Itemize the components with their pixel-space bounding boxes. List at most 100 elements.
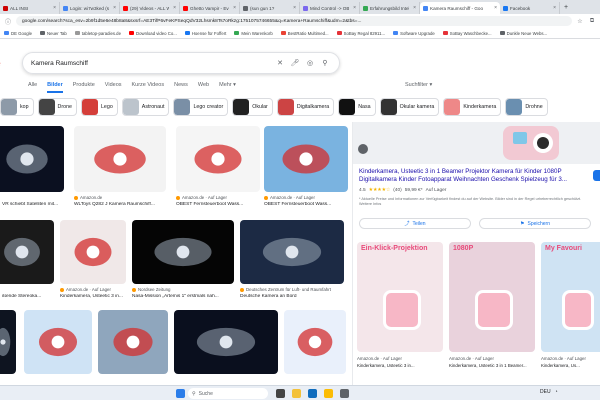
product-camera-art	[382, 290, 422, 330]
browser-tab[interactable]: Facebook ×	[500, 2, 560, 14]
chip-label: Okular kamera	[399, 104, 435, 110]
result-thumbnail[interactable]	[74, 126, 166, 192]
search-tools-button[interactable]: Suchfilter ▾	[405, 82, 432, 88]
result-source: Nordsee Zeitung	[132, 287, 234, 292]
product-banner-text: Ein-Klick-Projektion	[361, 245, 428, 252]
product-title[interactable]: Kinderkamera, Us...	[541, 363, 600, 368]
result-title[interactable]: VR schiebt Satelliten mit...	[2, 202, 64, 207]
browser-tab[interactable]: Kamera Raumschiff - Goo ×	[420, 2, 500, 14]
product-banner-text: 1080P	[453, 245, 474, 252]
favicon-icon	[363, 5, 368, 11]
bookmark-favicon-icon	[442, 31, 448, 35]
new-tab-button[interactable]: +	[560, 2, 572, 14]
windows-start-icon[interactable]	[176, 389, 185, 398]
bookmark-label: Software Upgrade	[400, 30, 435, 36]
result-source: Amazon.de · Auf Lager	[176, 195, 260, 200]
result-thumbnail[interactable]	[24, 310, 92, 374]
product-banner-text: My Favouri	[545, 245, 582, 252]
preview-hero-image[interactable]	[353, 122, 600, 164]
chip-label: Kinderkamera	[463, 104, 497, 110]
preview-hero-art	[353, 122, 600, 164]
related-product-image[interactable]: Ein-Klick-Projektion	[357, 242, 443, 352]
bookmark-item[interactable]: Dunkle Neue Webs...	[499, 30, 548, 36]
close-tab-icon[interactable]: ×	[553, 5, 556, 11]
close-tab-icon[interactable]: ×	[353, 5, 356, 11]
result-thumbnail[interactable]	[0, 220, 54, 284]
share-button[interactable]: ⤴ Teilen	[359, 218, 471, 229]
favicon-icon	[423, 5, 428, 11]
product-title[interactable]: Kinderkamera, Usteetic 3 in 1 Beamer...	[449, 363, 535, 368]
result-thumbnail[interactable]	[240, 220, 344, 284]
bookmark-label: Dunkle Neue Webs...	[506, 30, 548, 36]
source-favicon-icon	[132, 287, 136, 292]
result-thumbnail[interactable]	[284, 310, 346, 374]
wifi-icon[interactable]: ◔	[555, 389, 558, 395]
system-tray: DEU ◔	[540, 389, 558, 395]
result-thumbnail[interactable]	[132, 220, 234, 284]
close-tab-icon[interactable]: ×	[413, 5, 416, 11]
close-tab-icon[interactable]: ×	[494, 5, 497, 11]
related-product-image[interactable]: 1080P	[449, 242, 535, 352]
preview-rating: 4.5 ★★★★☆ (40) 59,99 €* Auf Lager	[359, 188, 446, 193]
image-preview-panel: Kinderkamera, Usteetic 3 in 1 Beamer Pro…	[352, 122, 600, 385]
result-title[interactable]: Deutsche Kamera an Bord	[240, 294, 344, 299]
stock-status: Auf Lager	[425, 188, 447, 193]
result-thumbnail[interactable]	[176, 126, 260, 192]
product-source: Amazon.de · Auf Lager	[449, 356, 494, 361]
source-favicon-icon	[264, 195, 268, 200]
result-thumbnail[interactable]	[0, 310, 16, 374]
preview-title[interactable]: Kinderkamera, Usteetic 3 in 1 Beamer Pro…	[359, 168, 585, 184]
result-title[interactable]: OBEST Fernsteuerboot Wass...	[176, 202, 260, 207]
bookmark-favicon-icon	[393, 31, 399, 35]
preview-disclaimer: * Aktuelle Preise und Informationen zur …	[359, 197, 582, 206]
bookmark-item[interactable]: Software Upgrade	[393, 31, 435, 36]
favicon-icon	[503, 5, 508, 11]
task-view-icon[interactable]	[276, 389, 285, 398]
taskbar-search[interactable]: ⚲ Suche	[188, 388, 268, 399]
visit-button[interactable]	[593, 170, 600, 181]
result-source: Amazon.de	[74, 195, 166, 200]
share-icon: ⤴	[404, 221, 410, 227]
windows-taskbar: ⚲ Suche DEU ◔	[0, 385, 600, 400]
star-icon[interactable]: ☆	[576, 17, 584, 25]
edge-icon[interactable]	[308, 389, 317, 398]
chip-thumbnail	[380, 99, 397, 115]
file-explorer-icon[interactable]	[292, 389, 301, 398]
related-chip[interactable]: Okular kamera	[379, 98, 440, 116]
product-camera-art	[474, 290, 514, 330]
bookmark-label: SoBay Waschbecke...	[449, 30, 492, 36]
related-chip[interactable]: Kinderkamera	[443, 98, 502, 116]
bookmark-item[interactable]: SoBay Waschbecke...	[442, 30, 492, 36]
store-icon[interactable]	[340, 389, 349, 398]
source-favicon-icon	[176, 195, 180, 200]
result-title[interactable]: OBEST Fernsteuerboot Wass...	[264, 202, 348, 207]
result-title[interactable]: Nasa-Mission „Artemis 1" erstmals nah...	[132, 294, 234, 299]
result-thumbnail[interactable]	[60, 220, 126, 284]
product-title[interactable]: Kinderkamera, Usteetic 3 in...	[357, 363, 443, 368]
rating-stars: ★★★★☆	[368, 188, 391, 193]
related-chip[interactable]: Drohne	[505, 98, 548, 116]
source-favicon-icon	[240, 287, 244, 292]
chrome-icon[interactable]	[324, 389, 333, 398]
tab-label: Facebook	[510, 5, 531, 11]
bookmark-favicon-icon	[499, 31, 505, 35]
rating-count: (40)	[393, 188, 402, 193]
extensions-icon[interactable]: ⧉	[588, 17, 596, 25]
result-source: Amazon.de · Auf Lager	[264, 195, 348, 200]
tab-label: Erfahrungsbild Intelen v	[370, 5, 409, 11]
chip-thumbnail	[444, 99, 461, 115]
result-title[interactable]: WLToys Q282 J Kamera Raumschiff...	[74, 202, 166, 207]
result-thumbnail[interactable]	[0, 126, 64, 192]
related-product-image[interactable]: My Favouri	[541, 242, 600, 352]
result-title[interactable]: Kinderkamera, Usteetic 3 in...	[60, 294, 126, 299]
browser-tab[interactable]: Erfahrungsbild Intelen v ×	[360, 2, 420, 14]
result-thumbnail[interactable]	[174, 310, 278, 374]
rating-value: 4.5	[359, 188, 366, 193]
result-source: Deutsches Zentrum für Luft- und Raumfahr…	[240, 287, 344, 292]
result-thumbnail[interactable]	[264, 126, 348, 192]
result-thumbnail[interactable]	[98, 310, 168, 374]
product-source: Amazon.de · Auf Lager	[541, 356, 586, 361]
save-button[interactable]: ⚑ Speichern	[479, 218, 591, 229]
result-title[interactable]: ißende Stereoka...	[2, 294, 54, 299]
chip-label: Nasa	[358, 104, 371, 110]
